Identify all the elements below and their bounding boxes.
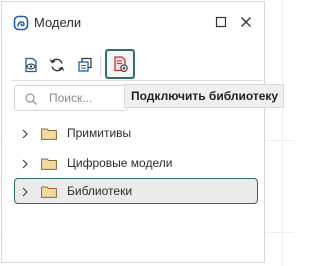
maximize-icon	[215, 16, 227, 28]
connect-library-icon	[114, 56, 128, 72]
connect-library-button[interactable]	[105, 49, 135, 79]
panel-title: Модели	[34, 15, 82, 30]
tree-item-digital-models[interactable]: Цифровые модели	[14, 150, 258, 176]
folder-icon	[41, 128, 57, 140]
close-icon	[241, 17, 251, 27]
screen: Модели Поиск... Примитивы Цифровые модел…	[0, 0, 294, 266]
view-document-button[interactable]	[18, 52, 44, 78]
search-input[interactable]	[49, 89, 125, 107]
search-icon	[25, 93, 37, 105]
folder-icon	[41, 158, 57, 170]
tree-item-libraries[interactable]: Библиотеки	[14, 178, 258, 204]
panel-toolbar	[2, 46, 264, 79]
close-button[interactable]	[238, 14, 254, 30]
models-panel: Модели Поиск... Примитивы Цифровые модел…	[1, 1, 265, 263]
view-document-icon	[25, 57, 37, 73]
maximize-button[interactable]	[213, 14, 229, 30]
panel-titlebar: Модели	[2, 2, 264, 42]
toolbar-divider	[12, 80, 262, 81]
copy-windows-button[interactable]	[72, 52, 98, 78]
refresh-icon	[49, 58, 65, 72]
models-app-icon	[13, 15, 29, 31]
folder-icon	[41, 186, 57, 198]
tree-item-label: Библиотеки	[67, 184, 133, 198]
tree-item-primitives[interactable]: Примитивы	[14, 120, 258, 146]
chevron-right-icon[interactable]	[21, 187, 29, 197]
refresh-button[interactable]	[44, 52, 70, 78]
copy-windows-icon	[78, 57, 92, 72]
toolbar-separator	[100, 56, 101, 76]
chevron-right-icon[interactable]	[21, 159, 29, 169]
chevron-right-icon[interactable]	[21, 129, 29, 139]
tree-item-label: Примитивы	[67, 126, 132, 140]
tree-item-label: Цифровые модели	[67, 156, 173, 170]
connect-library-tooltip: Подключить библиотеку	[124, 84, 284, 108]
search-box[interactable]	[14, 85, 128, 111]
background-grid-line	[282, 0, 283, 266]
